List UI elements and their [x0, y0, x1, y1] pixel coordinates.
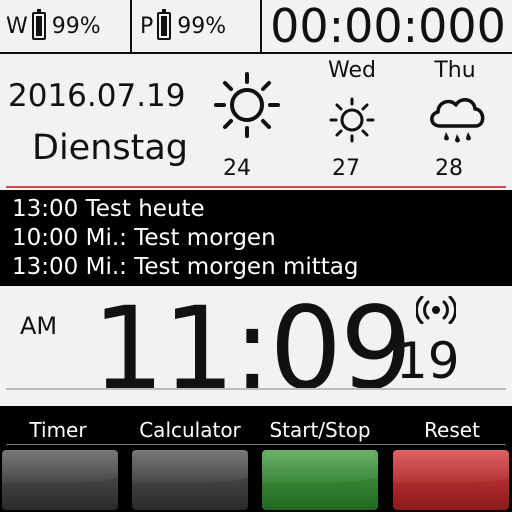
divider: [6, 388, 506, 390]
ampm-indicator: AM: [20, 312, 58, 340]
weather-today-temp: 24: [223, 156, 251, 181]
sun-icon: [214, 72, 280, 138]
divider: [6, 444, 506, 445]
phone-battery-fill: [161, 16, 168, 36]
status-bar: W 99% P 99% 00:00:000: [0, 0, 512, 54]
clock-seconds: 19: [396, 332, 460, 390]
agenda-item: 10:00 Mi.: Test morgen: [12, 225, 276, 251]
watch-battery-fill: [35, 16, 42, 36]
timer-label: Timer: [29, 418, 87, 442]
weather-day3-label: Thu: [434, 58, 476, 83]
reset-button[interactable]: [393, 450, 509, 510]
reset-label: Reset: [424, 418, 480, 442]
weather-day3-temp: 28: [435, 156, 463, 181]
weekday-text: Dienstag: [32, 128, 189, 168]
phone-label: P: [140, 13, 154, 39]
weather-day2-label: Wed: [328, 58, 376, 83]
rain-cloud-icon: [430, 98, 485, 143]
agenda-item: 13:00 Test heute: [12, 196, 205, 222]
agenda-list: 13:00 Test heute 10:00 Mi.: Test morgen …: [0, 190, 512, 286]
stopwatch-display: 00:00:000: [264, 0, 512, 53]
date-text: 2016.07.19: [8, 78, 186, 114]
sun-icon: [329, 97, 375, 143]
phone-battery-status: P 99%: [134, 0, 262, 52]
watch-battery-percent: 99%: [51, 13, 101, 39]
watch-battery-status: W 99%: [0, 0, 132, 52]
startstop-label: Start/Stop: [269, 418, 371, 442]
button-bar: Timer Calculator Start/Stop Reset: [0, 406, 512, 512]
startstop-button[interactable]: [262, 450, 378, 510]
wireless-signal-icon: [416, 296, 456, 324]
stopwatch-time: 00:00:000: [270, 0, 506, 53]
battery-icon: [31, 9, 46, 40]
watch-label: W: [6, 13, 28, 39]
weather-day2-temp: 27: [332, 156, 360, 181]
battery-icon: [157, 9, 172, 40]
phone-battery-percent: 99%: [177, 13, 227, 39]
calculator-label: Calculator: [139, 418, 241, 442]
timer-button[interactable]: [2, 450, 118, 510]
agenda-item: 13:00 Mi.: Test morgen mittag: [12, 254, 359, 280]
divider: [6, 186, 506, 188]
calculator-button[interactable]: [132, 450, 248, 510]
